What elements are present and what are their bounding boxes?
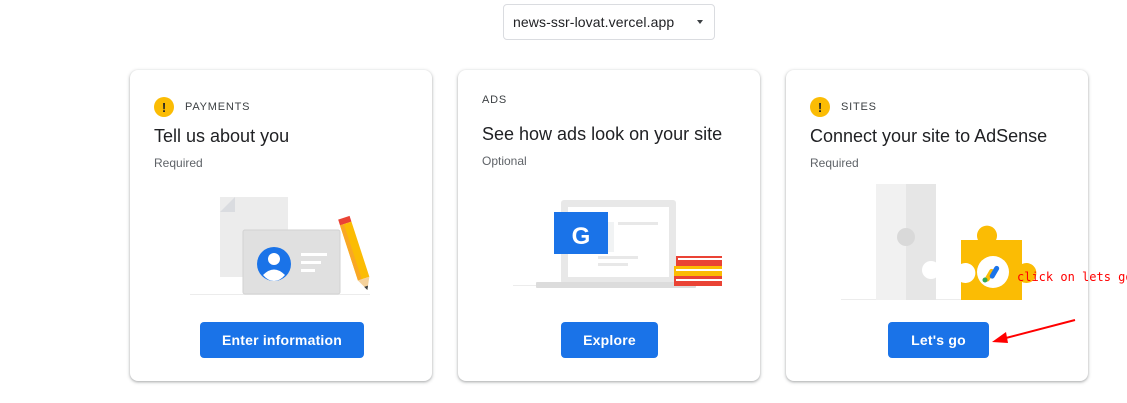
lets-go-button[interactable]: Let's go xyxy=(888,322,989,358)
ads-card: ADS See how ads look on your site Option… xyxy=(458,70,760,381)
payments-card: ! PAYMENTS Tell us about you Required En… xyxy=(130,70,432,381)
id-card-pencil-illustration xyxy=(190,197,370,295)
card-eyebrow: ! SITES xyxy=(810,97,877,117)
card-category: SITES xyxy=(841,101,877,113)
card-requirement: Optional xyxy=(482,154,527,168)
card-eyebrow: ! PAYMENTS xyxy=(154,97,250,117)
svg-text:G: G xyxy=(572,223,591,250)
site-selector[interactable]: news-ssr-lovat.vercel.app xyxy=(503,4,715,40)
enter-information-button[interactable]: Enter information xyxy=(200,322,364,358)
warning-icon: ! xyxy=(154,97,174,117)
card-title: Connect your site to AdSense xyxy=(810,126,1048,146)
card-category: PAYMENTS xyxy=(185,101,251,113)
warning-icon: ! xyxy=(810,97,830,117)
annotation-arrow-icon xyxy=(992,319,1076,343)
laptop-google-books-illustration: G xyxy=(513,200,722,288)
caret-down-icon xyxy=(697,20,703,24)
card-category: ADS xyxy=(482,94,508,106)
card-eyebrow: ADS xyxy=(482,94,507,106)
card-title: See how ads look on your site xyxy=(482,124,723,144)
card-requirement: Required xyxy=(810,156,859,170)
annotation-text: click on lets go xyxy=(1017,270,1127,284)
card-title: Tell us about you xyxy=(154,126,290,146)
card-requirement: Required xyxy=(154,156,203,170)
explore-button[interactable]: Explore xyxy=(561,322,658,358)
puzzle-adsense-illustration xyxy=(841,184,1037,300)
site-selector-value: news-ssr-lovat.vercel.app xyxy=(513,14,675,30)
